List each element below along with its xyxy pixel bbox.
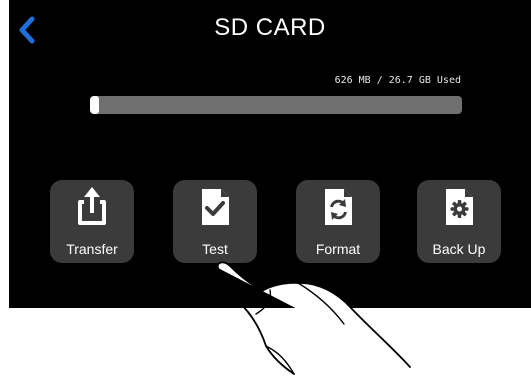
file-gear-icon	[446, 189, 473, 225]
device-screen: SD CARD 626 MB / 26.7 GB Used Transfer T…	[9, 0, 531, 308]
file-check-icon	[202, 189, 229, 225]
storage-usage-text: 626 MB / 26.7 GB Used	[334, 75, 461, 86]
format-button[interactable]: Format	[296, 180, 380, 263]
file-refresh-icon	[325, 189, 352, 225]
backup-button-label: Back Up	[432, 241, 486, 257]
test-button[interactable]: Test	[173, 180, 257, 263]
storage-usage-bar	[90, 96, 462, 114]
format-button-label: Format	[315, 241, 361, 257]
test-button-label: Test	[202, 241, 228, 257]
storage-usage-fill	[90, 96, 99, 114]
share-upload-icon	[78, 187, 106, 225]
transfer-button[interactable]: Transfer	[50, 180, 134, 263]
backup-button[interactable]: Back Up	[417, 180, 501, 263]
page-title: SD CARD	[214, 14, 326, 41]
transfer-button-label: Transfer	[66, 241, 118, 257]
